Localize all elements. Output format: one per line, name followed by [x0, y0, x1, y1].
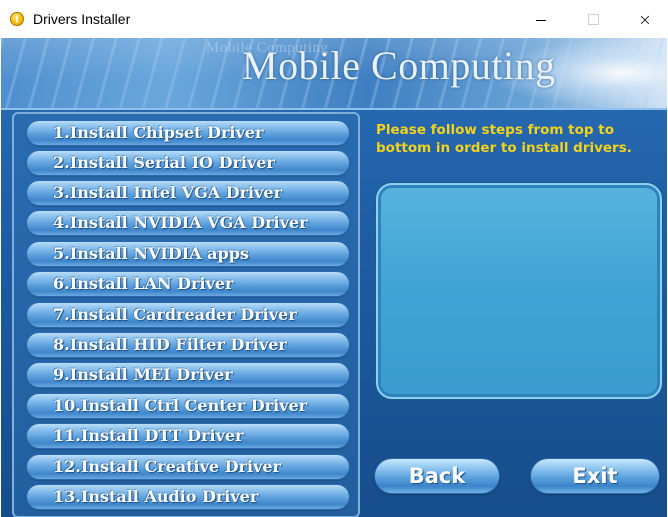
- exit-button[interactable]: Exit: [531, 459, 659, 493]
- install-ctrl-center-button[interactable]: 10.Install Ctrl Center Driver: [27, 394, 349, 418]
- status-display-box: [376, 183, 662, 399]
- install-audio-button[interactable]: 13.Install Audio Driver: [27, 485, 349, 509]
- app-icon: [10, 12, 24, 26]
- installer-body: Mobile Computing Mobile Computing 1.Inst…: [1, 38, 667, 517]
- install-mei-button[interactable]: 9.Install MEI Driver: [27, 363, 349, 387]
- maximize-button: [570, 0, 616, 38]
- install-dtt-button[interactable]: 11.Install DTT Driver: [27, 424, 349, 448]
- install-lan-button[interactable]: 6.Install LAN Driver: [27, 272, 349, 296]
- driver-list-panel: 1.Install Chipset Driver 2.Install Seria…: [12, 112, 360, 517]
- install-intel-vga-button[interactable]: 3.Install Intel VGA Driver: [27, 181, 349, 205]
- install-hid-filter-button[interactable]: 8.Install HID Filter Driver: [27, 333, 349, 357]
- minimize-icon: [536, 19, 546, 21]
- install-cardreader-button[interactable]: 7.Install Cardreader Driver: [27, 303, 349, 327]
- install-nvidia-vga-button[interactable]: 4.Install NVIDIA VGA Driver: [27, 211, 349, 235]
- maximize-icon: [587, 13, 599, 25]
- close-icon: ×: [638, 9, 652, 29]
- install-creative-button[interactable]: 12.Install Creative Driver: [27, 455, 349, 479]
- install-chipset-button[interactable]: 1.Install Chipset Driver: [27, 121, 349, 145]
- minimize-button[interactable]: [518, 0, 564, 38]
- close-button[interactable]: ×: [622, 0, 668, 38]
- title-bar[interactable]: Drivers Installer ×: [0, 0, 668, 38]
- instructions-text: Please follow steps from top to bottom i…: [376, 122, 632, 156]
- install-serial-io-button[interactable]: 2.Install Serial IO Driver: [27, 151, 349, 175]
- banner: Mobile Computing Mobile Computing: [1, 38, 667, 110]
- back-button[interactable]: Back: [375, 459, 499, 493]
- install-nvidia-apps-button[interactable]: 5.Install NVIDIA apps: [27, 242, 349, 266]
- window-title: Drivers Installer: [33, 11, 131, 27]
- drivers-installer-window: Drivers Installer × Mobile Computing Mob…: [0, 0, 668, 517]
- banner-title: Mobile Computing: [242, 43, 556, 88]
